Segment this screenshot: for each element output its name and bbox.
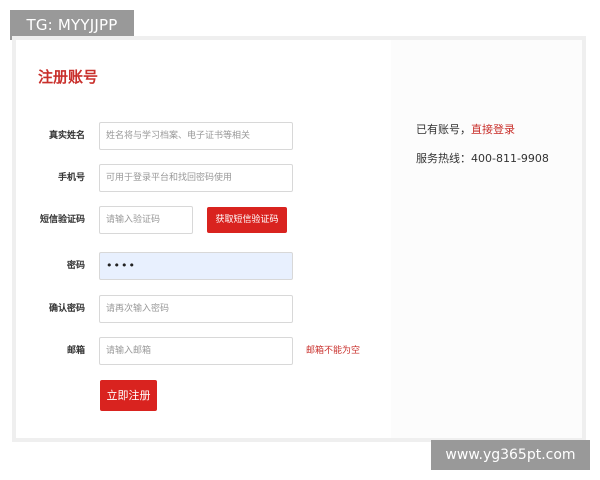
confirm-password-label: 确认密码 <box>48 304 85 314</box>
phone-label: 手机号 <box>57 173 85 183</box>
register-submit-button[interactable]: 立即注册 <box>100 380 157 411</box>
register-card: 注册账号 真实姓名 姓名将与学习档案、电子证书等相关 手机号 可用于登录平台和找… <box>16 40 582 438</box>
real-name-input[interactable]: 姓名将与学习档案、电子证书等相关 <box>99 122 293 150</box>
top-watermark-badge: TG: MYYJJPP <box>10 10 134 40</box>
page-title: 注册账号 <box>38 68 99 86</box>
email-label: 邮箱 <box>66 346 85 356</box>
password-input[interactable]: •••• <box>99 252 293 280</box>
email-error-message: 邮箱不能为空 <box>306 346 361 356</box>
hotline-text: 服务热线：400-811-9908 <box>416 152 549 165</box>
side-panel-background <box>391 40 582 438</box>
has-account-line: 已有账号，直接登录 <box>416 121 515 137</box>
bottom-watermark-badge: www.yg365pt.com <box>431 440 590 470</box>
get-sms-code-button[interactable]: 获取短信验证码 <box>207 207 287 233</box>
sms-code-label: 短信验证码 <box>39 215 85 225</box>
confirm-password-input[interactable]: 请再次输入密码 <box>99 295 293 323</box>
has-account-text: 已有账号， <box>416 123 471 136</box>
form-row-password: 密码 •••• <box>16 252 391 280</box>
page: TG: MYYJJPP 注册账号 真实姓名 姓名将与学习档案、电子证书等相关 手… <box>0 0 600 480</box>
form-row-sms-code: 短信验证码 请输入验证码 获取短信验证码 <box>16 206 391 234</box>
email-input[interactable]: 请输入邮箱 <box>99 337 293 365</box>
real-name-label: 真实姓名 <box>48 131 85 141</box>
login-link[interactable]: 直接登录 <box>471 123 515 136</box>
form-row-real-name: 真实姓名 姓名将与学习档案、电子证书等相关 <box>16 122 391 150</box>
sms-code-input[interactable]: 请输入验证码 <box>99 206 193 234</box>
phone-input[interactable]: 可用于登录平台和找回密码使用 <box>99 164 293 192</box>
password-label: 密码 <box>66 261 85 271</box>
form-row-phone: 手机号 可用于登录平台和找回密码使用 <box>16 164 391 192</box>
form-row-email: 邮箱 请输入邮箱 邮箱不能为空 <box>16 337 391 365</box>
form-row-confirm-password: 确认密码 请再次输入密码 <box>16 295 391 323</box>
